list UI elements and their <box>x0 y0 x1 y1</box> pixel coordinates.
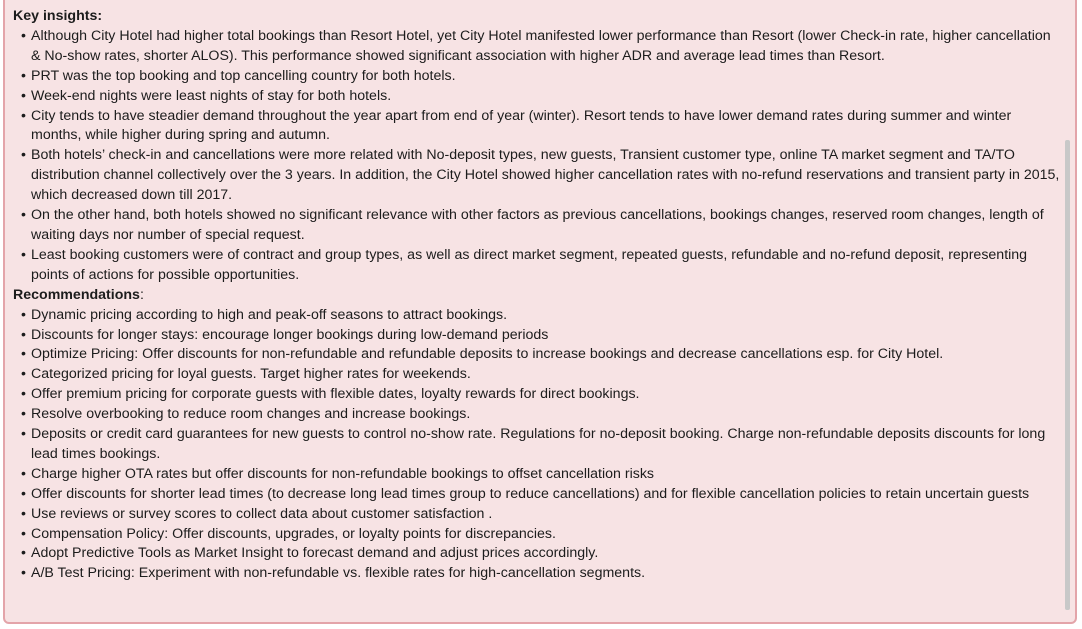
recommendation-item: Charge higher OTA rates but offer discou… <box>13 465 1063 485</box>
recommendations-heading: Recommendations: <box>13 286 1063 306</box>
recommendation-item: Optimize Pricing: Offer discounts for no… <box>13 345 1063 365</box>
recommendation-item: Use reviews or survey scores to collect … <box>13 505 1063 525</box>
key-insight-item: On the other hand, both hotels showed no… <box>13 206 1063 246</box>
text-box: Key insights: Although City Hotel had hi… <box>3 0 1077 624</box>
key-insights-list: Although City Hotel had higher total boo… <box>13 27 1063 286</box>
key-insights-heading: Key insights: <box>13 8 103 24</box>
recommendation-item: Categorized pricing for loyal guests. Ta… <box>13 365 1063 385</box>
vertical-scrollbar[interactable] <box>1065 140 1070 610</box>
recommendation-item: Compensation Policy: Offer discounts, up… <box>13 525 1063 545</box>
recommendation-item: Adopt Predictive Tools as Market Insight… <box>13 544 1063 564</box>
recommendation-item: A/B Test Pricing: Experiment with non-re… <box>13 564 1063 584</box>
key-insight-item: Least booking customers were of contract… <box>13 246 1063 286</box>
recommendations-heading-text: Recommendations <box>13 286 140 303</box>
text-content: Key insights: Although City Hotel had hi… <box>13 7 1063 584</box>
recommendation-item: Offer premium pricing for corporate gues… <box>13 385 1063 405</box>
recommendation-item: Deposits or credit card guarantees for n… <box>13 425 1063 465</box>
recommendation-item: Resolve overbooking to reduce room chang… <box>13 405 1063 425</box>
key-insight-item: Both hotels’ check-in and cancellations … <box>13 146 1063 206</box>
key-insight-item: Although City Hotel had higher total boo… <box>13 27 1063 67</box>
key-insight-item: PRT was the top booking and top cancelli… <box>13 67 1063 87</box>
recommendation-item: Discounts for longer stays: encourage lo… <box>13 326 1063 346</box>
recommendation-item: Offer discounts for shorter lead times (… <box>13 485 1063 505</box>
key-insight-item: City tends to have steadier demand throu… <box>13 107 1063 147</box>
key-insight-item: Week-end nights were least nights of sta… <box>13 87 1063 107</box>
recommendations-heading-colon: : <box>139 286 144 303</box>
recommendations-list: Dynamic pricing according to high and pe… <box>13 306 1063 585</box>
recommendation-item: Dynamic pricing according to high and pe… <box>13 306 1063 326</box>
